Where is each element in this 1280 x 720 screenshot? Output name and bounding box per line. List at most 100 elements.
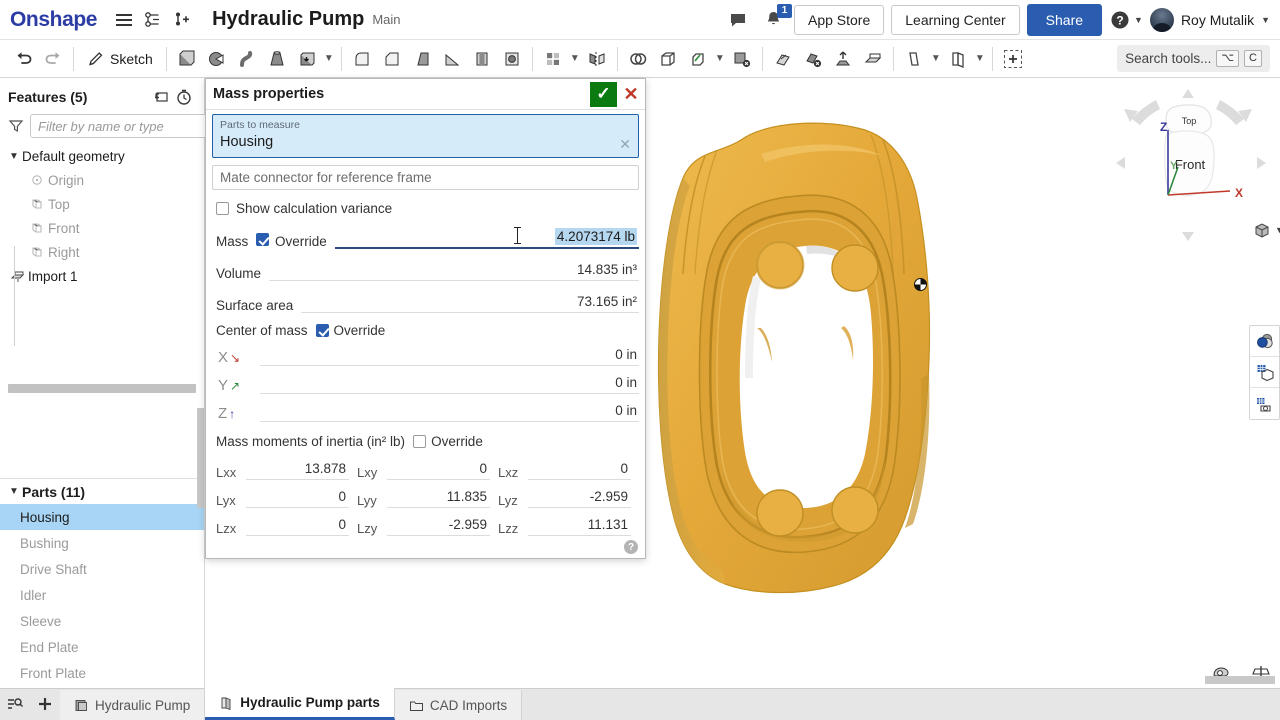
tab-hydraulic-pump[interactable]: Hydraulic Pump (60, 690, 206, 720)
sketch-button[interactable]: Sketch (79, 44, 161, 74)
inertia-override-checkbox[interactable] (413, 435, 427, 448)
onshape-logo[interactable]: Onshape (10, 8, 97, 32)
add-tab-icon[interactable] (30, 688, 60, 720)
share-button[interactable]: Share (1026, 3, 1103, 36)
tab-cad-imports[interactable]: CAD Imports (394, 690, 523, 720)
inertia-cell-value-field[interactable]: 0 (528, 458, 631, 480)
avatar[interactable] (1149, 7, 1174, 32)
notifications-button[interactable]: 1 (761, 3, 792, 33)
transform-icon[interactable] (828, 44, 858, 74)
parts-list-item[interactable]: Sleeve (0, 608, 204, 634)
mass-override-checkbox[interactable] (256, 233, 269, 246)
document-title[interactable]: Hydraulic Pump (212, 8, 364, 31)
enclose-icon[interactable] (653, 44, 683, 74)
fillet-icon[interactable] (347, 44, 377, 74)
com-value-field[interactable]: 0 in (260, 371, 639, 394)
parts-to-measure-field[interactable]: Parts to measure Housing ✕ (212, 114, 639, 158)
chevron-down-icon[interactable]: ▼ (6, 151, 22, 162)
render-view-icon[interactable] (1250, 388, 1279, 419)
rib-icon[interactable] (437, 44, 467, 74)
parts-header[interactable]: ▼ Parts (11) (0, 478, 204, 504)
parts-list-item[interactable]: End Plate (0, 634, 204, 660)
show-variance-checkbox[interactable] (216, 202, 229, 215)
menu-icon[interactable] (111, 7, 137, 33)
chevron-down-icon[interactable]: ▼ (1275, 225, 1280, 235)
revolve-icon[interactable] (202, 44, 232, 74)
split-icon[interactable] (683, 44, 713, 74)
sweep-icon[interactable] (232, 44, 262, 74)
help-icon[interactable]: ? (1109, 7, 1131, 33)
inertia-cell-value-field[interactable]: 0 (387, 458, 490, 480)
sketch-tools-icon[interactable] (943, 44, 973, 74)
loft-icon[interactable] (262, 44, 292, 74)
learning-center-button[interactable]: Learning Center (891, 4, 1020, 35)
tab-hydraulic-pump-parts[interactable]: Hydraulic Pump parts (205, 688, 395, 720)
help-menu[interactable]: ? ▼ (1109, 7, 1143, 33)
feature-tree-item[interactable]: Top (0, 192, 204, 216)
rollback-history-icon[interactable] (172, 85, 196, 109)
boolean-icon[interactable] (623, 44, 653, 74)
filter-input[interactable] (30, 114, 224, 138)
move-face-icon[interactable] (768, 44, 798, 74)
appearance-icon[interactable] (1250, 326, 1279, 357)
chevron-down-icon[interactable]: ▼ (713, 44, 727, 74)
mate-connector-field[interactable]: Mate connector for reference frame (212, 165, 639, 190)
inertia-cell-value-field[interactable]: 0 (246, 486, 349, 508)
view-orientation-menu[interactable]: ▼ (1252, 220, 1280, 240)
parts-chevron-down-icon[interactable]: ▼ (6, 486, 22, 497)
chamfer-icon[interactable] (377, 44, 407, 74)
inertia-cell-value-field[interactable]: 11.131 (528, 514, 631, 536)
viewport-horizontal-scrollbar[interactable] (1205, 676, 1275, 684)
add-branch-icon[interactable] (169, 7, 195, 33)
cancel-button[interactable]: ✕ (617, 82, 645, 107)
show-variance-row[interactable]: Show calculation variance (212, 201, 639, 216)
tab-list-icon[interactable] (0, 688, 30, 720)
com-value-field[interactable]: 0 in (260, 399, 639, 422)
plane-icon[interactable] (899, 44, 929, 74)
inertia-cell-value-field[interactable]: 11.835 (387, 486, 490, 508)
chevron-down-icon[interactable]: ▼ (568, 44, 582, 74)
mass-value-field[interactable]: 4.2073174 lb (334, 226, 639, 249)
shell-icon[interactable] (467, 44, 497, 74)
filter-icon[interactable] (8, 114, 24, 138)
version-graph-icon[interactable] (140, 7, 166, 33)
feature-tree-item[interactable]: ▼ Default geometry (0, 144, 204, 168)
com-value-field[interactable]: 0 in (260, 343, 639, 366)
import-derived-icon[interactable] (858, 44, 888, 74)
inertia-cell-value-field[interactable]: 0 (246, 514, 349, 536)
mirror-icon[interactable] (582, 44, 612, 74)
search-tools-button[interactable]: Search tools... ⌥ C (1117, 45, 1270, 72)
feature-tree-item[interactable]: Right (0, 240, 204, 264)
add-folder-icon[interactable] (148, 85, 172, 109)
inertia-cell-value-field[interactable]: 13.878 (246, 458, 349, 480)
accept-button[interactable]: ✓ (590, 81, 617, 107)
undo-button[interactable] (8, 44, 38, 74)
clear-selection-icon[interactable]: ✕ (619, 136, 631, 153)
parts-vertical-scrollbar[interactable] (197, 408, 204, 508)
pattern-icon[interactable] (538, 44, 568, 74)
parts-list-item[interactable]: Front Plate (0, 660, 204, 686)
thicken-icon[interactable] (292, 44, 322, 74)
comment-icon[interactable] (725, 7, 751, 33)
redo-button[interactable] (38, 44, 68, 74)
parts-list-item[interactable]: Housing (0, 504, 204, 530)
com-override-checkbox[interactable] (315, 324, 329, 337)
feature-tree-item[interactable]: Import 1 (0, 264, 204, 288)
section-view-icon[interactable] (1250, 357, 1279, 388)
dialog-help-icon[interactable]: ? (624, 540, 638, 554)
inertia-cell-value-field[interactable]: -2.959 (528, 486, 631, 508)
feature-tree-horizontal-scrollbar[interactable] (8, 384, 196, 393)
delete-part-icon[interactable] (798, 44, 828, 74)
feature-tree-item[interactable]: Origin (0, 168, 204, 192)
inertia-cell-value-field[interactable]: -2.959 (387, 514, 490, 536)
document-branch[interactable]: Main (372, 12, 400, 27)
draft-icon[interactable] (407, 44, 437, 74)
chevron-down-icon[interactable]: ▼ (322, 44, 336, 74)
user-menu-caret-icon[interactable]: ▼ (1261, 15, 1270, 25)
extrude-icon[interactable] (172, 44, 202, 74)
parts-list-item[interactable]: Drive Shaft (0, 556, 204, 582)
delete-face-icon[interactable] (727, 44, 757, 74)
parts-list-item[interactable]: Bushing (0, 530, 204, 556)
feature-tree-item[interactable]: Front (0, 216, 204, 240)
parts-list-item[interactable]: Idler (0, 582, 204, 608)
